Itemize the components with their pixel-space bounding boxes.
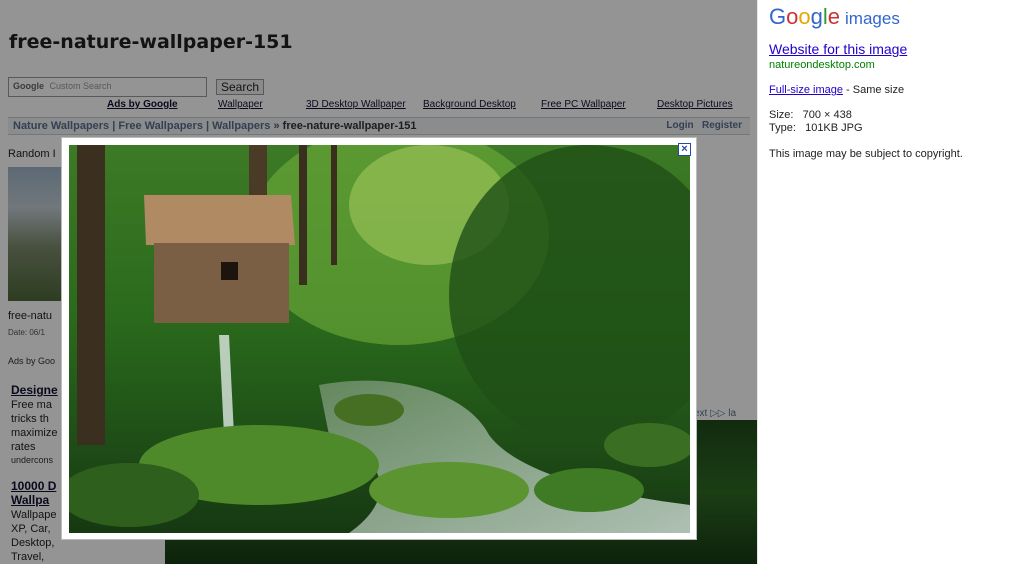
source-domain: natureondesktop.com xyxy=(769,59,875,71)
image-lightbox: × xyxy=(61,137,697,540)
full-size-image-link[interactable]: Full-size image xyxy=(769,84,843,96)
website-for-image-link[interactable]: Website for this image xyxy=(769,41,907,57)
full-size-row: Full-size image - Same size xyxy=(769,84,904,96)
google-images-logo[interactable]: Google images xyxy=(769,4,900,30)
google-wordmark: Google xyxy=(769,4,841,29)
forest-stream-photo xyxy=(69,145,690,533)
preview-image[interactable] xyxy=(69,145,690,533)
image-size-row: Size: 700 × 438 xyxy=(769,109,852,121)
close-lightbox-button[interactable]: × xyxy=(678,143,691,156)
type-value: 101KB JPG xyxy=(805,122,863,134)
images-label: images xyxy=(845,9,900,28)
image-type-row: Type: 101KB JPG xyxy=(769,122,863,134)
size-label: Size: xyxy=(769,109,794,121)
image-info-panel: Google images Website for this image natu… xyxy=(757,0,1024,564)
full-size-note: - Same size xyxy=(846,84,905,96)
copyright-notice: This image may be subject to copyright. xyxy=(769,148,963,160)
type-label: Type: xyxy=(769,122,796,134)
size-value: 700 × 438 xyxy=(802,109,852,121)
